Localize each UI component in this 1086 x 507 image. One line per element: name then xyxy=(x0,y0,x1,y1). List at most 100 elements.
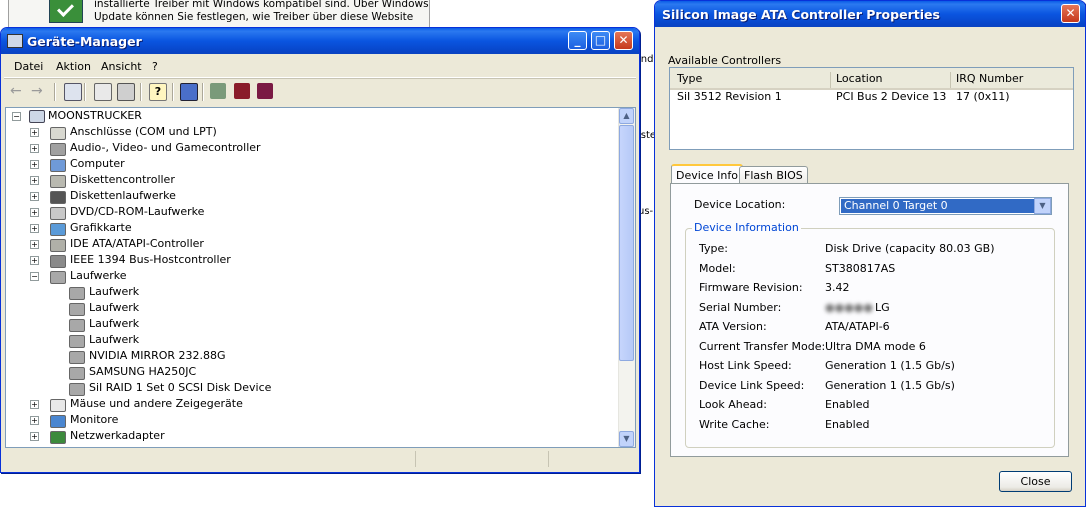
menu-help[interactable]: ? xyxy=(152,60,158,73)
info-value: ST380817AS xyxy=(825,261,896,275)
device-manager-title-bar[interactable]: Geräte-Manager _ □ ✕ xyxy=(1,28,639,54)
tree-item-label: Laufwerk xyxy=(89,317,140,330)
column-irq[interactable]: IRQ Number xyxy=(956,72,1023,85)
disk-drive-icon xyxy=(69,383,85,396)
close-button[interactable]: Close xyxy=(999,471,1072,492)
properties-icon[interactable] xyxy=(94,83,112,101)
background-text-line2: Update können Sie festlegen, wie Treiber… xyxy=(94,11,414,23)
info-key: Write Cache: xyxy=(699,417,770,431)
expand-icon[interactable]: + xyxy=(30,224,39,233)
disk-drive-icon xyxy=(69,287,85,300)
info-value: Ultra DMA mode 6 xyxy=(825,339,926,353)
info-row: Host Link Speed: Generation 1 (1.5 Gb/s) xyxy=(699,359,1049,375)
info-row: Serial Number: ●●●●● LG xyxy=(699,301,1049,317)
chevron-down-icon[interactable]: ▼ xyxy=(1034,198,1051,214)
disk-drive-icon xyxy=(69,303,85,316)
menu-ansicht[interactable]: Ansicht xyxy=(101,60,142,73)
device-tree[interactable]: − MOONSTRUCKER + Anschlüsse (COM und LPT)… xyxy=(5,107,636,448)
info-key: ATA Version: xyxy=(699,320,767,333)
serial-value-wrap: ●●●●● LG xyxy=(825,301,890,314)
console-tree-icon[interactable] xyxy=(64,83,82,101)
expand-icon[interactable]: + xyxy=(30,192,39,201)
ide-controller-icon xyxy=(50,239,66,252)
disable-icon[interactable] xyxy=(257,83,273,99)
info-key: Type: xyxy=(699,242,728,255)
menu-bar: Datei Aktion Ansicht ? xyxy=(4,55,636,78)
disk-drive-icon xyxy=(69,367,85,380)
network-adapter-icon xyxy=(50,431,66,444)
info-key: Host Link Speed: xyxy=(699,359,792,372)
info-key: Device Link Speed: xyxy=(699,378,805,392)
computer-icon xyxy=(7,34,23,48)
properties-title-bar[interactable]: Silicon Image ATA Controller Properties … xyxy=(655,1,1085,27)
tree-item-label: Grafikkarte xyxy=(70,221,132,234)
background-window-text: installierte Treiber mit Windows kompati… xyxy=(94,0,429,24)
controllers-list[interactable]: Type Location IRQ Number SiI 3512 Revisi… xyxy=(669,67,1074,150)
column-location[interactable]: Location xyxy=(836,72,883,85)
tab-flash-bios[interactable]: Flash BIOS xyxy=(739,166,808,184)
expand-icon[interactable]: + xyxy=(30,400,39,409)
device-location-select[interactable]: Channel 0 Target 0 ▼ xyxy=(839,197,1052,215)
floppy-drive-icon xyxy=(50,191,66,204)
info-row: Write Cache: Enabled xyxy=(699,418,1049,434)
list-header: Type Location IRQ Number xyxy=(670,68,1073,90)
expand-icon[interactable]: + xyxy=(30,176,39,185)
group-title: Device Information xyxy=(692,221,801,234)
scroll-down-arrow[interactable]: ▼ xyxy=(619,431,634,447)
update-driver-icon[interactable] xyxy=(210,83,226,99)
back-icon[interactable]: ← xyxy=(10,83,26,99)
info-row: ATA Version: ATA/ATAPI-6 xyxy=(699,320,1049,336)
toolbar: ← → ? xyxy=(4,78,636,105)
menu-aktion[interactable]: Aktion xyxy=(56,60,91,73)
info-row: Model: ST380817AS xyxy=(699,262,1049,278)
tree-item-label: NVIDIA MIRROR 232.88G xyxy=(89,349,226,362)
computer-icon xyxy=(29,110,45,123)
expand-icon[interactable]: + xyxy=(30,432,39,441)
tree-item-label: DVD/CD-ROM-Laufwerke xyxy=(70,205,205,218)
device-location-label: Device Location: xyxy=(694,198,786,211)
tree-item-label: Diskettenlaufwerke xyxy=(70,189,176,202)
tree-item-label: Netzwerkadapter xyxy=(70,429,165,442)
info-value: ATA/ATAPI-6 xyxy=(825,320,890,333)
audio-icon xyxy=(50,143,66,156)
minimize-button[interactable]: _ xyxy=(568,31,587,50)
collapse-icon[interactable]: − xyxy=(30,272,39,281)
column-type[interactable]: Type xyxy=(677,72,702,85)
info-key: Look Ahead: xyxy=(699,398,767,411)
forward-icon[interactable]: → xyxy=(31,83,47,99)
info-row: Look Ahead: Enabled xyxy=(699,398,1049,414)
expand-icon[interactable]: + xyxy=(30,256,39,265)
collapse-icon[interactable]: − xyxy=(12,112,21,121)
tab-device-info[interactable]: Device Info xyxy=(671,164,743,185)
expand-icon[interactable]: + xyxy=(30,160,39,169)
desktop-icon-label[interactable]: ind xyxy=(638,54,653,65)
info-row: Device Link Speed: Generation 1 (1.5 Gb/s… xyxy=(699,379,1049,395)
close-button[interactable]: ✕ xyxy=(614,31,633,50)
mouse-icon xyxy=(50,399,66,412)
tree-item-label: IDE ATA/ATAPI-Controller xyxy=(70,237,204,250)
tree-item-label: Laufwerk xyxy=(89,285,140,298)
close-x-button[interactable]: ✕ xyxy=(1061,4,1080,23)
expand-icon[interactable]: + xyxy=(30,240,39,249)
scan-hardware-icon[interactable] xyxy=(180,83,198,101)
vertical-scrollbar[interactable]: ▲ ▼ xyxy=(618,108,635,447)
device-information-group: Device Information Type: Disk Drive (capa… xyxy=(685,221,1055,448)
tree-item-label: Laufwerk xyxy=(89,333,140,346)
device-manager-window: Geräte-Manager _ □ ✕ Datei Aktion Ansich… xyxy=(0,27,640,473)
menu-datei[interactable]: Datei xyxy=(14,60,43,73)
display-adapter-icon xyxy=(50,223,66,236)
print-icon[interactable] xyxy=(117,83,135,101)
maximize-button[interactable]: □ xyxy=(591,31,610,50)
help-icon[interactable]: ? xyxy=(149,83,167,101)
computer-icon xyxy=(50,159,66,172)
expand-icon[interactable]: + xyxy=(30,208,39,217)
expand-icon[interactable]: + xyxy=(30,416,39,425)
scroll-thumb[interactable] xyxy=(619,125,634,361)
redacted-serial: ●●●●● xyxy=(825,300,873,314)
info-value: Enabled xyxy=(825,417,870,431)
expand-icon[interactable]: + xyxy=(30,144,39,153)
uninstall-icon[interactable] xyxy=(234,83,250,99)
list-row[interactable]: SiI 3512 Revision 1 PCI Bus 2 Device 13 … xyxy=(670,89,1071,105)
expand-icon[interactable]: + xyxy=(30,128,39,137)
scroll-up-arrow[interactable]: ▲ xyxy=(619,108,634,124)
